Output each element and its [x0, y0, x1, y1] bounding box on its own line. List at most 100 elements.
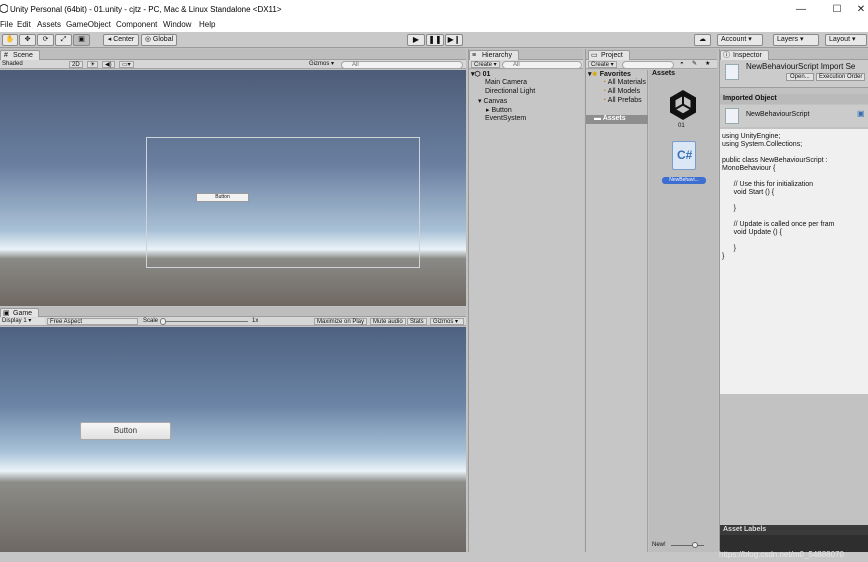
account-label: Account [721, 36, 747, 43]
asset-tile-scene[interactable] [667, 88, 699, 120]
hierarchy-create-dropdown[interactable]: Create ▾ [471, 61, 500, 68]
icon-size-slider[interactable] [671, 545, 704, 546]
inspector-title: NewBehaviourScript Import Se [746, 62, 856, 71]
aspect-dropdown[interactable]: Free Aspect [47, 318, 138, 325]
favorite-all-materials[interactable]: ◔ All Materials [602, 79, 646, 86]
project-controls: Create ▾ ◓ ✎ ★ [586, 60, 717, 69]
account-dropdown[interactable]: Account ▾ [717, 34, 763, 46]
hierarchy-item-button[interactable]: ▸ Button [486, 106, 512, 114]
csharp-script-icon: C# [677, 148, 693, 162]
game-ui-button[interactable]: Button [80, 422, 171, 440]
tab-scene[interactable]: # Scene [0, 50, 40, 60]
favorite-all-models[interactable]: ◔ All Models [602, 88, 640, 95]
maximize-on-play-toggle[interactable]: Maximize on Play [314, 318, 368, 325]
asset-label-scene: 01 [678, 123, 685, 129]
menu-gameobject[interactable]: GameObject [66, 20, 111, 29]
tab-hierarchy[interactable]: ≡ Hierarchy [469, 50, 519, 60]
asset-tile-script[interactable]: C# [672, 141, 696, 170]
folder-icon: ▬ [594, 115, 601, 122]
audio-toggle-icon[interactable]: ◀) [102, 61, 115, 68]
effects-dropdown-icon[interactable]: ▭▾ [119, 61, 134, 68]
scale-tool-button[interactable]: ⤢ [55, 34, 72, 46]
gizmos-dropdown[interactable]: Gizmos ▾ [307, 61, 336, 68]
menu-edit[interactable]: Edit [17, 20, 31, 29]
cloud-icon: ☁ [699, 36, 706, 43]
step-button[interactable]: ▶❙ [445, 34, 463, 46]
2d-toggle[interactable]: 2D [69, 61, 83, 68]
scale-icon: ⤢ [60, 36, 67, 43]
tab-project[interactable]: ▭ Project [588, 50, 630, 60]
layers-dropdown[interactable]: Layers ▾ [773, 34, 819, 46]
cloud-button[interactable]: ☁ [694, 34, 711, 46]
hierarchy-search-input[interactable]: All [502, 61, 582, 69]
display-dropdown[interactable]: Display 1 ▾ [0, 318, 45, 325]
tab-inspector[interactable]: ⓘ Inspector [720, 50, 769, 60]
title-bar: Unity Personal (64bit) - 01.unity - cjtz… [0, 0, 868, 19]
project-panel: ▭ Project Create ▾ ◓ ✎ ★ ▾★ Favorites ◔ … [585, 49, 718, 552]
minimize-button[interactable]: — [790, 2, 812, 17]
chevron-down-icon: ▾ [799, 36, 804, 43]
unity-app-icon [0, 3, 9, 14]
scene-viewport[interactable]: Button [0, 70, 466, 306]
favorites-item[interactable]: ▾★ Favorites [588, 70, 631, 78]
help-book-icon[interactable]: ▣ [857, 109, 865, 118]
scene-root-item[interactable]: ▾⬡ 01 [471, 70, 490, 78]
menu-bar: File Edit Assets GameObject Component Wi… [0, 19, 868, 32]
pivot-icon: ◂ [107, 36, 112, 43]
play-button[interactable]: ▶ [407, 34, 425, 46]
space-toggle[interactable]: ◎ Global [141, 34, 177, 46]
lighting-toggle-icon[interactable]: ☀ [87, 61, 99, 68]
move-tool-button[interactable]: ✥ [19, 34, 36, 46]
scene-controls: Shaded 2D ☀ ◀) ▭▾ Gizmos ▾ All [0, 60, 466, 69]
menu-file[interactable]: File [0, 20, 13, 29]
hand-tool-button[interactable]: ✋ [2, 34, 18, 46]
assets-grid: Assets 01 C# NewBehavi... New! [649, 70, 718, 552]
project-search-input[interactable] [622, 61, 674, 69]
hierarchy-item-eventsystem[interactable]: EventSystem [485, 115, 526, 122]
stats-toggle[interactable]: Stats [407, 318, 427, 325]
canvas-rect-outline [146, 137, 420, 268]
menu-window[interactable]: Window [163, 20, 191, 29]
mute-audio-toggle[interactable]: Mute audio [370, 318, 406, 325]
scene-tab-header: # Scene [0, 49, 466, 60]
filter-type-icon[interactable]: ◓ [678, 61, 686, 68]
star-icon[interactable]: ★ [703, 61, 712, 68]
scale-label: Scale [143, 318, 159, 324]
rotate-tool-button[interactable]: ⟳ [37, 34, 54, 46]
open-button[interactable]: Open... [786, 73, 814, 81]
inspector-tab-header: ⓘ Inspector [720, 49, 868, 60]
pivot-toggle[interactable]: ◂ Center [103, 34, 139, 46]
inspector-header: NewBehaviourScript Import Se Open... Exe… [720, 60, 868, 88]
chevron-down-icon: ▾ [851, 36, 856, 43]
layers-label: Layers [777, 36, 799, 43]
scale-slider-thumb[interactable] [160, 318, 166, 325]
scene-search-input[interactable]: All [341, 61, 463, 69]
hierarchy-item-main-camera[interactable]: Main Camera [485, 79, 527, 86]
favorite-all-prefabs[interactable]: ◔ All Prefabs [602, 97, 642, 104]
icon-size-slider-thumb[interactable] [692, 542, 698, 548]
shading-dropdown[interactable]: Shaded [0, 61, 66, 68]
filter-label-icon[interactable]: ✎ [690, 61, 699, 68]
project-tab-label: Project [601, 52, 623, 59]
assets-folder-item[interactable]: ▬ Assets [586, 115, 648, 124]
imported-object-header: Imported Object [720, 94, 868, 104]
execution-order-button[interactable]: Execution Order [816, 73, 866, 81]
game-gizmos-dropdown[interactable]: Gizmos ▾ [430, 318, 464, 325]
layout-label: Layout [829, 36, 851, 43]
scale-slider[interactable] [162, 321, 248, 322]
game-viewport[interactable]: Button [0, 327, 466, 552]
main-toolbar: ✋ ✥ ⟳ ⤢ ▣ ◂ Center ◎ Global ▶ ❚❚ ▶❙ ☁ Ac… [0, 32, 868, 48]
hierarchy-item-directional-light[interactable]: Directional Light [485, 88, 535, 95]
project-create-dropdown[interactable]: Create ▾ [588, 61, 617, 68]
inspector-tab-label: Inspector [733, 52, 762, 59]
close-button[interactable]: ✕ [850, 2, 868, 17]
pause-button[interactable]: ❚❚ [426, 34, 444, 46]
menu-help[interactable]: Help [199, 20, 215, 29]
layout-dropdown[interactable]: Layout ▾ [825, 34, 867, 46]
menu-component[interactable]: Component [116, 20, 157, 29]
menu-assets[interactable]: Assets [37, 20, 61, 29]
chevron-down-icon: ▾ [748, 36, 752, 43]
rect-tool-button[interactable]: ▣ [73, 34, 90, 46]
maximize-button[interactable]: ☐ [826, 2, 848, 17]
hierarchy-item-canvas[interactable]: ▾ Canvas [478, 97, 507, 105]
